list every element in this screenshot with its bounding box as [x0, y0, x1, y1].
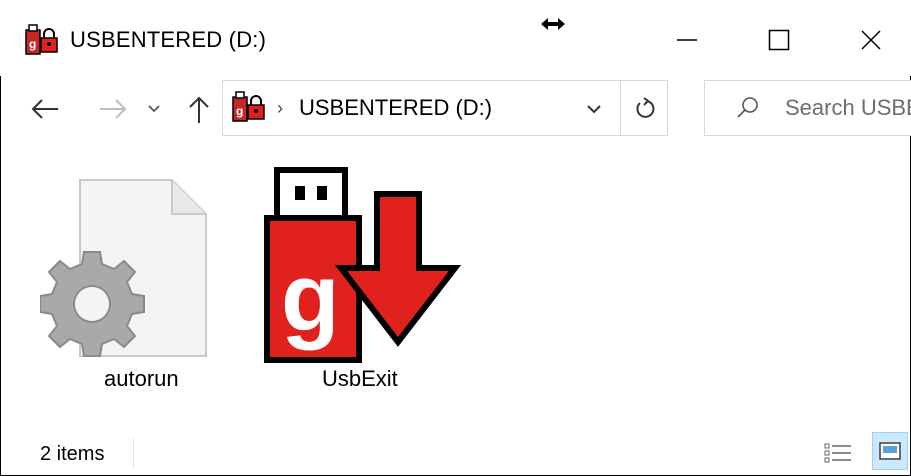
svg-text:g: g [236, 104, 243, 118]
large-icons-view-icon [879, 442, 901, 460]
close-button[interactable] [846, 20, 896, 60]
maximize-button[interactable] [754, 20, 804, 60]
file-item-usbexit[interactable]: g UsbExit [255, 160, 465, 400]
chevron-down-icon [587, 105, 601, 114]
recent-locations-button[interactable] [142, 96, 166, 120]
back-button[interactable] [28, 92, 62, 126]
svg-text:g: g [29, 37, 36, 51]
search-icon [735, 95, 761, 121]
breadcrumb-separator[interactable]: › [277, 98, 283, 119]
breadcrumb-item-drive[interactable]: USBENTERED (D:) [299, 95, 492, 121]
up-button[interactable] [182, 92, 216, 126]
search-box[interactable]: Search USBE [704, 80, 911, 136]
usb-exit-icon: g [264, 167, 462, 363]
resize-horizontal-cursor-icon [540, 16, 566, 32]
status-item-count: 2 items [40, 443, 105, 465]
file-name: UsbExit [322, 366, 398, 391]
address-bar[interactable]: g › USBENTERED (D:) [222, 80, 668, 136]
refresh-button[interactable] [631, 95, 659, 123]
svg-text:g: g [281, 244, 340, 351]
up-arrow-icon [189, 96, 209, 123]
address-divider [620, 81, 621, 135]
chevron-down-icon [148, 105, 160, 113]
window-title: USBENTERED (D:) [70, 27, 267, 52]
usb-drive-lock-icon: g [24, 24, 60, 56]
minimize-button[interactable] [662, 20, 712, 60]
details-view-button[interactable] [822, 438, 854, 468]
search-input[interactable]: Search USBE [785, 95, 911, 121]
forward-button[interactable] [96, 92, 130, 126]
file-item-autorun[interactable]: autorun [40, 170, 218, 400]
details-view-icon [824, 443, 851, 463]
large-icons-view-button[interactable] [872, 432, 908, 470]
minimize-icon [677, 39, 697, 41]
refresh-icon [636, 97, 655, 118]
back-arrow-icon [31, 99, 58, 119]
usb-drive-lock-icon: g [231, 91, 267, 123]
settings-file-icon [40, 179, 207, 357]
status-divider [133, 438, 134, 468]
address-dropdown-button[interactable] [581, 97, 607, 121]
forward-arrow-icon [100, 99, 127, 119]
file-name: autorun [104, 366, 179, 391]
title-bar[interactable]: g USBENTERED (D:) [0, 0, 911, 76]
close-icon [861, 30, 881, 50]
maximize-icon [768, 29, 790, 51]
